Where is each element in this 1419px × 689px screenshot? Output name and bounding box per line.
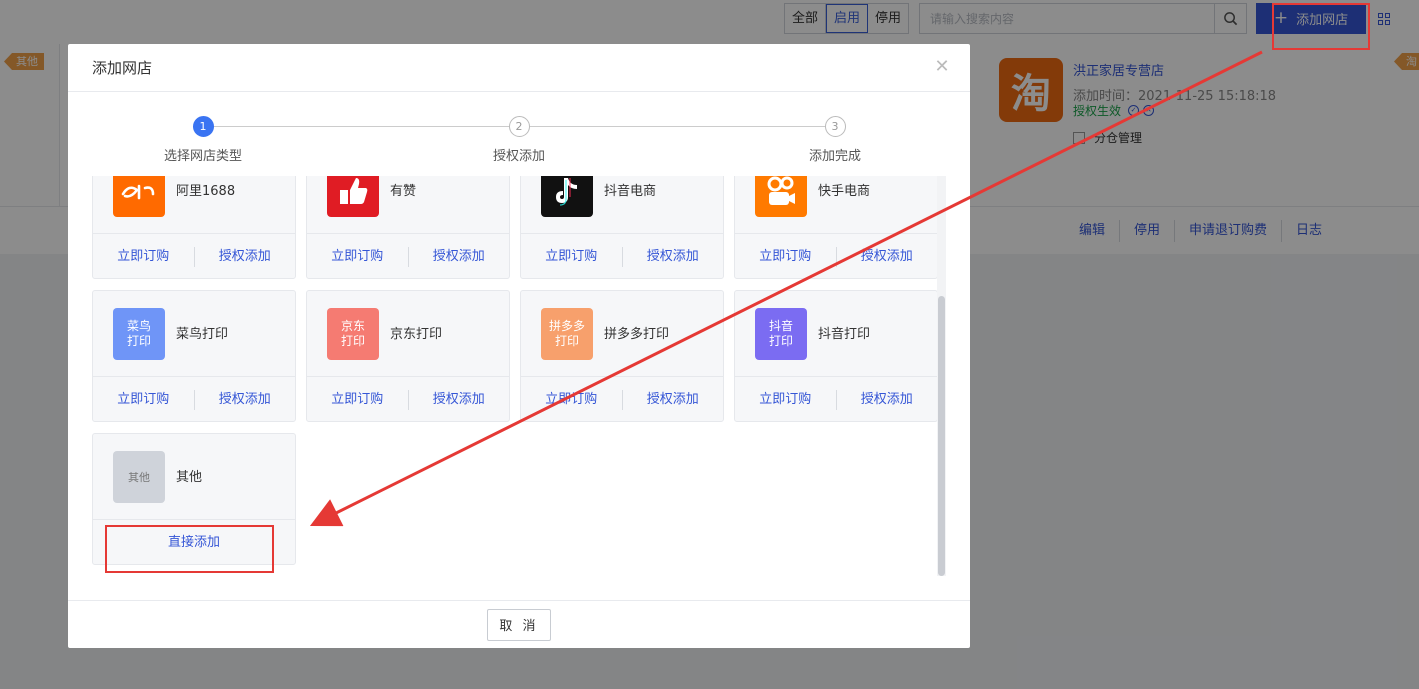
add-shop-modal: 添加网店 ✕ 1 选择网店类型 2 授权添加 3 添加完成 阿里1688 立即订… xyxy=(68,44,970,648)
card-name: 拼多多打印 xyxy=(604,327,670,342)
authorize-add-link[interactable]: 授权添加 xyxy=(837,390,938,410)
shop-type-card: 快手电商 立即订购 授权添加 xyxy=(734,176,938,279)
step-number: 3 xyxy=(824,116,846,137)
order-now-link[interactable]: 立即订购 xyxy=(735,390,836,410)
authorize-add-link[interactable]: 授权添加 xyxy=(837,247,938,267)
shop-type-card: 抖音电商 立即订购 授权添加 xyxy=(520,176,724,279)
order-now-link[interactable]: 立即订购 xyxy=(307,247,408,267)
card-name: 其他 xyxy=(176,470,203,485)
scrollbar-thumb[interactable] xyxy=(938,296,945,576)
direct-add-link[interactable]: 直接添加 xyxy=(93,533,295,553)
card-name: 有赞 xyxy=(390,184,417,199)
card-name: 抖音打印 xyxy=(818,327,871,342)
shop-type-card: 有赞 立即订购 授权添加 xyxy=(306,176,510,279)
order-now-link[interactable]: 立即订购 xyxy=(93,390,194,410)
step-indicator: 1 选择网店类型 2 授权添加 3 添加完成 xyxy=(68,116,970,166)
step-label: 授权添加 xyxy=(492,149,545,164)
card-name: 菜鸟打印 xyxy=(176,327,229,342)
cancel-button[interactable]: 取 消 xyxy=(487,608,551,641)
douyin-logo xyxy=(541,176,593,217)
step-label: 选择网店类型 xyxy=(163,149,242,164)
close-icon[interactable]: ✕ xyxy=(932,57,952,77)
shop-type-card: 阿里1688 立即订购 授权添加 xyxy=(92,176,296,279)
shop-type-card: 其他 其他 直接添加 xyxy=(92,433,296,565)
step-label: 添加完成 xyxy=(808,149,861,164)
step-3: 3 添加完成 xyxy=(775,116,895,164)
step-1: 1 选择网店类型 xyxy=(143,116,263,164)
card-name: 抖音电商 xyxy=(604,184,657,199)
step-number: 1 xyxy=(192,116,214,137)
authorize-add-link[interactable]: 授权添加 xyxy=(409,247,510,267)
shop-type-card: 拼多多 打印 拼多多打印 立即订购 授权添加 xyxy=(520,290,724,422)
authorize-add-link[interactable]: 授权添加 xyxy=(195,247,296,267)
order-now-link[interactable]: 立即订购 xyxy=(307,390,408,410)
authorize-add-link[interactable]: 授权添加 xyxy=(409,390,510,410)
youzan-logo xyxy=(327,176,379,217)
scrollbar[interactable] xyxy=(937,176,946,576)
shop-type-list[interactable]: 阿里1688 立即订购 授权添加 有赞 立即订购 授权添加 抖音电商 立即订购 … xyxy=(92,176,946,576)
order-now-link[interactable]: 立即订购 xyxy=(521,247,622,267)
shop-type-card: 京东 打印 京东打印 立即订购 授权添加 xyxy=(306,290,510,422)
modal-header: 添加网店 ✕ xyxy=(68,44,970,92)
card-name: 京东打印 xyxy=(390,327,443,342)
jd-print-logo: 京东 打印 xyxy=(327,308,379,360)
card-name: 阿里1688 xyxy=(176,184,236,199)
order-now-link[interactable]: 立即订购 xyxy=(735,247,836,267)
pdd-print-logo: 拼多多 打印 xyxy=(541,308,593,360)
alibaba-1688-logo xyxy=(113,176,165,217)
douyin-print-logo: 抖音 打印 xyxy=(755,308,807,360)
step-2: 2 授权添加 xyxy=(459,116,579,164)
cainiao-print-logo: 菜鸟 打印 xyxy=(113,308,165,360)
authorize-add-link[interactable]: 授权添加 xyxy=(623,390,724,410)
authorize-add-link[interactable]: 授权添加 xyxy=(195,390,296,410)
step-number: 2 xyxy=(508,116,530,137)
shop-type-card: 菜鸟 打印 菜鸟打印 立即订购 授权添加 xyxy=(92,290,296,422)
modal-title: 添加网店 xyxy=(92,59,153,77)
card-name: 快手电商 xyxy=(818,184,871,199)
order-now-link[interactable]: 立即订购 xyxy=(93,247,194,267)
kuaishou-logo xyxy=(755,176,807,217)
order-now-link[interactable]: 立即订购 xyxy=(521,390,622,410)
shop-type-card: 抖音 打印 抖音打印 立即订购 授权添加 xyxy=(734,290,938,422)
modal-footer: 取 消 xyxy=(68,600,970,648)
other-logo: 其他 xyxy=(113,451,165,503)
authorize-add-link[interactable]: 授权添加 xyxy=(623,247,724,267)
